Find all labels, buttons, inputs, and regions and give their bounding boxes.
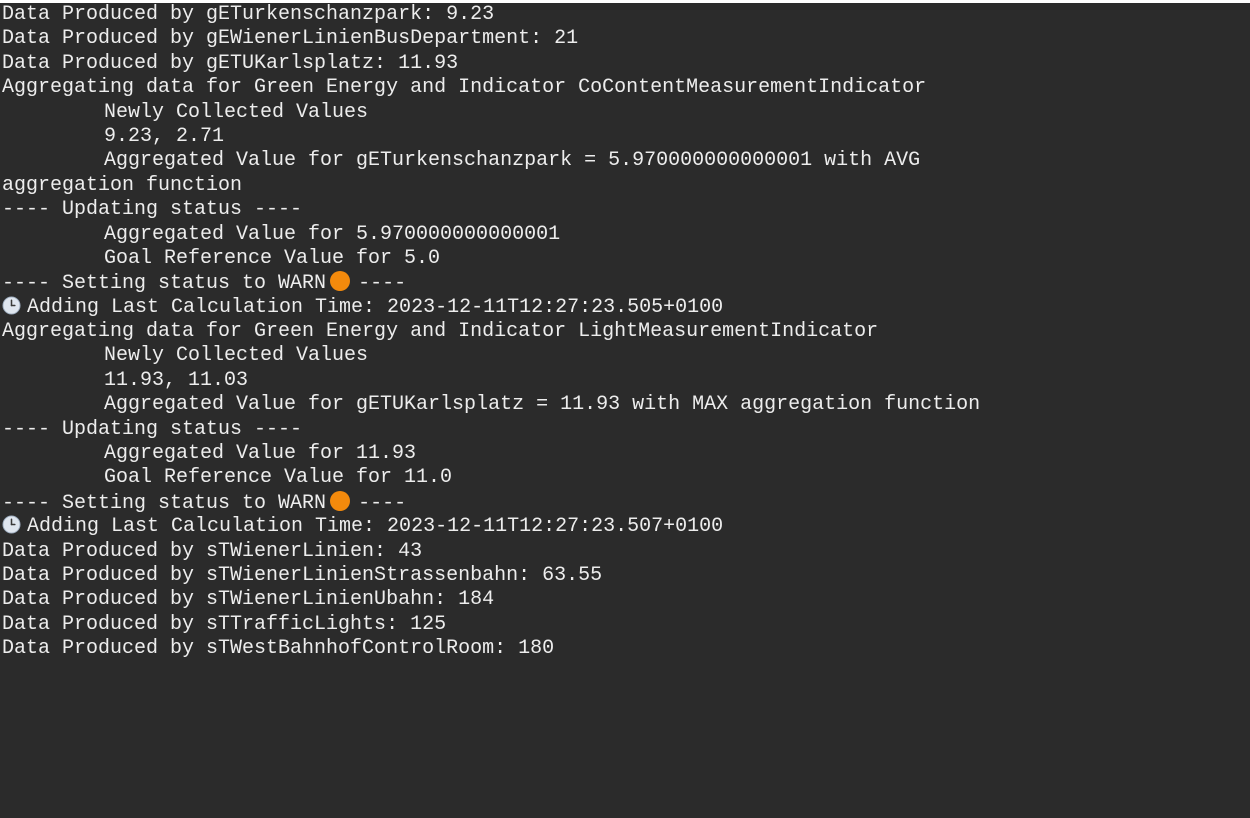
calc-time-line: Adding Last Calculation Time: 2023-12-11… <box>0 515 1250 539</box>
log-line: Data Produced by gEWienerLinienBusDepart… <box>2 27 579 51</box>
log-line: Data Produced by gETUKarlsplatz: 11.93 <box>2 51 459 75</box>
log-line: Goal Reference Value for 5.0 <box>104 246 441 270</box>
terminal-output: Data Produced by gETurkenschanzpark: 9.2… <box>0 3 1250 818</box>
log-line: Data Produced by sTWienerLinienStrassenb… <box>2 563 603 587</box>
log-line: Data Produced by sTWienerLinienUbahn: 18… <box>2 588 495 612</box>
log-line: Aggregating data for Green Energy and In… <box>2 320 879 344</box>
calc-time-line: Adding Last Calculation Time: 2023-12-11… <box>0 296 1250 320</box>
log-line: Aggregating data for Green Energy and In… <box>2 76 927 100</box>
calc-time-text: Adding Last Calculation Time: 2023-12-11… <box>27 295 724 319</box>
warn-dot-icon <box>330 271 351 292</box>
status-text: ---- Setting status to WARN <box>2 272 327 296</box>
status-suffix: ---- <box>358 272 407 296</box>
log-line: ---- Updating status ---- <box>2 198 303 222</box>
log-line: Data Produced by sTTrafficLights: 125 <box>2 612 447 636</box>
log-line: Data Produced by sTWestBahnhofControlRoo… <box>2 637 555 661</box>
log-line: Data Produced by sTWienerLinien: 43 <box>2 539 423 563</box>
log-line: aggregation function <box>2 173 243 197</box>
log-line: Data Produced by gETurkenschanzpark: 9.2… <box>2 3 495 26</box>
log-line: Aggregated Value for 5.970000000000001 <box>104 222 561 246</box>
log-line: 9.23, 2.71 <box>104 124 225 148</box>
clock-icon <box>2 515 21 534</box>
log-line: Aggregated Value for gETurkenschanzpark … <box>104 149 921 173</box>
log-line: ---- Updating status ---- <box>2 417 303 441</box>
warn-dot-icon <box>330 490 351 511</box>
calc-time-text: Adding Last Calculation Time: 2023-12-11… <box>27 515 724 539</box>
log-line: Newly Collected Values <box>104 100 369 124</box>
status-warn-line: ---- Setting status to WARN ---- <box>0 271 1250 295</box>
status-warn-line: ---- Setting status to WARN ---- <box>0 490 1250 515</box>
log-line: Aggregated Value for 11.93 <box>104 442 417 466</box>
log-line: Aggregated Value for gETUKarlsplatz = 11… <box>104 393 981 417</box>
log-line: Goal Reference Value for 11.0 <box>104 466 453 490</box>
log-line: 11.93, 11.03 <box>104 368 249 392</box>
clock-icon <box>2 296 21 315</box>
status-suffix: ---- <box>358 491 407 515</box>
status-text: ---- Setting status to WARN <box>2 491 327 515</box>
log-line: Newly Collected Values <box>104 344 369 368</box>
